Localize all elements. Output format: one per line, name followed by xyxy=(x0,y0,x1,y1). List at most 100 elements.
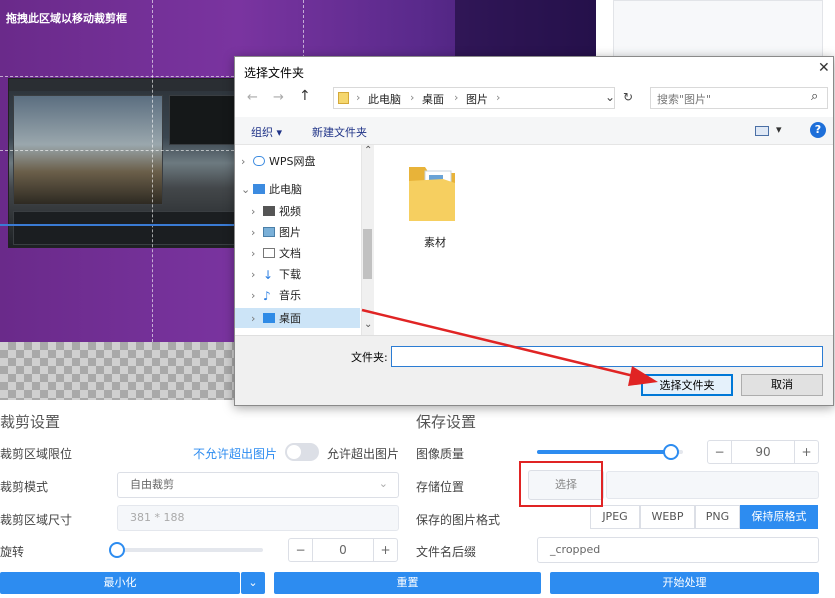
view-mode-icon[interactable] xyxy=(755,126,769,136)
chevron-right-icon[interactable]: › xyxy=(251,247,263,260)
suffix-input[interactable]: _cropped xyxy=(537,537,819,563)
format-webp[interactable]: WEBP xyxy=(640,505,695,529)
search-icon[interactable]: ⌕ xyxy=(811,89,818,104)
crop-limit-toggle[interactable] xyxy=(285,443,319,461)
cancel-button[interactable]: 取消 xyxy=(741,374,823,396)
quality-minus-button[interactable]: − xyxy=(708,441,732,463)
refresh-icon[interactable]: ↻ xyxy=(623,90,633,104)
address-bar[interactable]: › 此电脑 › 桌面 › 图片 › xyxy=(333,87,615,109)
rotate-plus-button[interactable]: + xyxy=(373,539,397,561)
rotate-slider-knob[interactable] xyxy=(109,542,125,558)
chevron-right-icon[interactable]: › xyxy=(251,312,263,325)
chevron-down-icon[interactable]: ⌄ xyxy=(605,90,615,104)
organize-label: 组织 xyxy=(251,126,273,139)
folder-icon xyxy=(338,92,349,104)
chevron-right-icon[interactable]: › xyxy=(251,289,263,302)
view-dropdown-icon[interactable]: ▾ xyxy=(776,123,782,136)
path-sep-icon: › xyxy=(454,91,459,104)
dialog-footer: 文件夹: 选择文件夹 取消 xyxy=(235,335,833,405)
tree-item-desktop[interactable]: › 桌面 xyxy=(251,310,301,326)
path-segment-pictures[interactable]: 图片 xyxy=(466,91,488,107)
path-segment-computer[interactable]: 此电脑 xyxy=(368,91,401,107)
tree-item-label: 视频 xyxy=(279,205,301,218)
dialog-title: 选择文件夹 xyxy=(244,66,305,80)
suffix-label: 文件名后缀 xyxy=(416,545,477,559)
tree-item-label: 图片 xyxy=(279,226,301,239)
forward-arrow-icon[interactable]: → xyxy=(273,90,284,105)
quality-slider-track[interactable] xyxy=(537,450,683,454)
scroll-down-icon[interactable]: ⌄ xyxy=(364,319,372,330)
tree-item-documents[interactable]: › 文档 xyxy=(251,245,301,261)
rotate-minus-button[interactable]: − xyxy=(289,539,313,561)
format-jpeg[interactable]: JPEG xyxy=(590,505,640,529)
crop-mode-value: 自由裁剪 xyxy=(130,478,174,491)
limit-on-option[interactable]: 允许超出图片 xyxy=(327,445,399,462)
new-folder-button[interactable]: 新建文件夹 xyxy=(312,124,367,140)
limit-off-option[interactable]: 不允许超出图片 xyxy=(193,445,277,462)
organize-menu[interactable]: 组织 ▾ xyxy=(251,124,282,140)
computer-icon xyxy=(253,184,265,194)
select-folder-button[interactable]: 选择文件夹 xyxy=(641,374,733,396)
path-sep-icon: › xyxy=(410,91,415,104)
download-icon: ↓ xyxy=(263,268,274,282)
tree-item-wps[interactable]: › WPS网盘 xyxy=(241,153,316,169)
format-png[interactable]: PNG xyxy=(695,505,740,529)
rotate-label: 旋转 xyxy=(0,545,25,559)
up-arrow-icon[interactable]: ↑ xyxy=(299,88,311,104)
folder-input[interactable] xyxy=(391,346,823,367)
chevron-right-icon[interactable]: › xyxy=(251,268,263,281)
tree-item-label: WPS网盘 xyxy=(269,155,316,168)
crop-limit-label: 裁剪区域限位 xyxy=(0,447,73,461)
rotate-slider-track[interactable] xyxy=(117,548,263,552)
document-icon xyxy=(263,248,275,258)
navigation-tree: › WPS网盘 ⌄ 此电脑 › 视频 › 图片 › 文档 › ↓ 下载 › ♪ 音乐 › 桌面 xyxy=(235,145,373,335)
quality-plus-button[interactable]: + xyxy=(794,441,818,463)
search-placeholder: 搜索"图片" xyxy=(657,93,712,106)
rotate-value[interactable]: 0 xyxy=(313,539,373,561)
cloud-icon xyxy=(253,156,265,166)
folder-content-pane: 素材 xyxy=(375,145,833,335)
close-icon[interactable]: ✕ xyxy=(818,60,830,76)
tree-item-label: 文档 xyxy=(279,247,301,260)
scroll-up-icon[interactable]: ⌃ xyxy=(364,145,372,156)
back-arrow-icon[interactable]: ← xyxy=(247,90,258,105)
tree-item-label: 此电脑 xyxy=(269,183,302,196)
minimize-dropdown-button[interactable]: ⌄ xyxy=(241,572,265,594)
annotation-highlight-box xyxy=(519,461,603,507)
chevron-right-icon[interactable]: › xyxy=(251,226,263,239)
save-settings-title: 保存设置 xyxy=(416,413,477,431)
tree-item-videos[interactable]: › 视频 xyxy=(251,203,301,219)
reset-button[interactable]: 重置 xyxy=(274,572,541,594)
tree-scrollbar-thumb[interactable] xyxy=(363,229,372,279)
format-label: 保存的图片格式 xyxy=(416,513,501,527)
path-sep-icon: › xyxy=(496,91,501,104)
tree-item-label: 桌面 xyxy=(279,312,301,325)
tree-item-music[interactable]: › ♪ 音乐 xyxy=(251,287,301,303)
chevron-right-icon[interactable]: › xyxy=(241,155,253,168)
format-keep-original[interactable]: 保持原格式 xyxy=(740,505,818,529)
tree-item-label: 音乐 xyxy=(279,289,301,302)
chevron-down-icon: ⌄ xyxy=(378,477,388,490)
quality-slider-knob[interactable] xyxy=(663,444,680,460)
minimize-button[interactable]: 最小化 xyxy=(0,572,240,594)
location-field xyxy=(606,471,819,499)
chevron-right-icon[interactable]: › xyxy=(251,205,263,218)
drag-hint: 拖拽此区域以移动裁剪框 xyxy=(6,12,127,25)
help-icon[interactable]: ? xyxy=(810,122,826,138)
crop-guide-v1 xyxy=(152,0,153,342)
path-sep-icon: › xyxy=(356,91,361,104)
tree-item-computer[interactable]: ⌄ 此电脑 xyxy=(241,181,302,197)
folder-field-label: 文件夹: xyxy=(351,351,388,364)
tree-item-downloads[interactable]: › ↓ 下载 xyxy=(251,266,301,282)
quality-value[interactable]: 90 xyxy=(732,441,794,463)
crop-size-label: 裁剪区域尺寸 xyxy=(0,513,73,527)
crop-mode-select[interactable]: 自由裁剪 ⌄ xyxy=(117,472,399,498)
search-input[interactable]: 搜索"图片" ⌕ xyxy=(650,87,828,109)
tree-item-pictures[interactable]: › 图片 xyxy=(251,224,301,240)
path-segment-desktop[interactable]: 桌面 xyxy=(422,91,444,107)
chevron-down-icon[interactable]: ⌄ xyxy=(241,183,253,196)
start-button[interactable]: 开始处理 xyxy=(550,572,819,594)
desktop-icon xyxy=(263,313,275,323)
folder-item-sucai[interactable]: 素材 xyxy=(405,157,465,249)
rotate-stepper: − 0 + xyxy=(288,538,398,562)
